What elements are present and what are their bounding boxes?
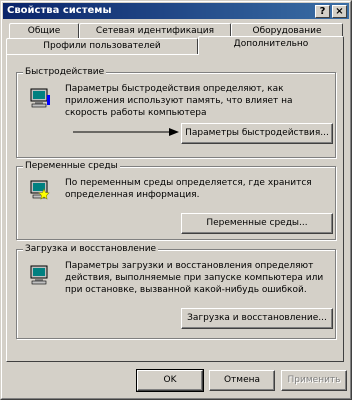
computer-monitor-icon xyxy=(30,88,50,108)
tab-advanced[interactable]: Дополнительно xyxy=(198,36,344,55)
group-title: Загрузка и восстановление xyxy=(23,243,159,255)
cancel-button[interactable]: Отмена xyxy=(209,370,275,391)
tab-label: Общие xyxy=(27,26,61,36)
tab-user-profiles[interactable]: Профили пользователей xyxy=(6,38,198,55)
help-icon: ? xyxy=(319,6,326,17)
button-label: OK xyxy=(163,375,177,385)
tab-label: Сетевая идентификация xyxy=(95,26,215,36)
button-label: Загрузка и восстановление... xyxy=(187,313,327,323)
window-title: Свойства системы xyxy=(7,5,112,16)
apply-button[interactable]: Применить xyxy=(281,370,347,391)
performance-settings-button[interactable]: Параметры быстродействия... xyxy=(181,123,333,144)
performance-description: Параметры быстродействия определяют, как… xyxy=(65,84,293,118)
close-icon: × xyxy=(335,6,344,17)
startup-recovery-button[interactable]: Загрузка и восстановление... xyxy=(181,308,333,329)
computer-star-icon xyxy=(30,180,50,200)
button-label: Переменные среды... xyxy=(206,218,308,228)
button-label: Применить xyxy=(287,375,341,385)
tab-label: Дополнительно xyxy=(233,39,309,49)
tab-panel-advanced: Быстродействие Параметры быстродействия … xyxy=(6,54,344,362)
env-variables-group: Переменные среды По переменным среды опр… xyxy=(16,160,336,240)
group-title: Быстродействие xyxy=(23,66,107,78)
title-bar[interactable]: Свойства системы ? × xyxy=(3,3,349,19)
close-button[interactable]: × xyxy=(332,5,347,18)
env-description: По переменным среды определяется, где хр… xyxy=(65,178,312,200)
env-variables-button[interactable]: Переменные среды... xyxy=(181,213,333,234)
startup-recovery-group: Загрузка и восстановление Параметры загр… xyxy=(16,243,336,339)
tab-label: Оборудование xyxy=(252,26,322,36)
performance-group: Быстродействие Параметры быстродействия … xyxy=(16,66,336,158)
ok-button[interactable]: OK xyxy=(136,369,204,392)
computer-monitor-icon xyxy=(30,265,48,285)
button-label: Параметры быстродействия... xyxy=(185,128,329,138)
group-title: Переменные среды xyxy=(23,160,120,172)
button-label: Отмена xyxy=(223,375,261,385)
arrow-icon xyxy=(73,128,179,136)
help-button[interactable]: ? xyxy=(315,5,330,18)
tab-label: Профили пользователей xyxy=(43,41,161,51)
startup-description: Параметры загрузки и восстановления опре… xyxy=(65,261,324,295)
system-properties-window: Свойства системы ? × Общие Сетевая идент… xyxy=(0,0,352,400)
